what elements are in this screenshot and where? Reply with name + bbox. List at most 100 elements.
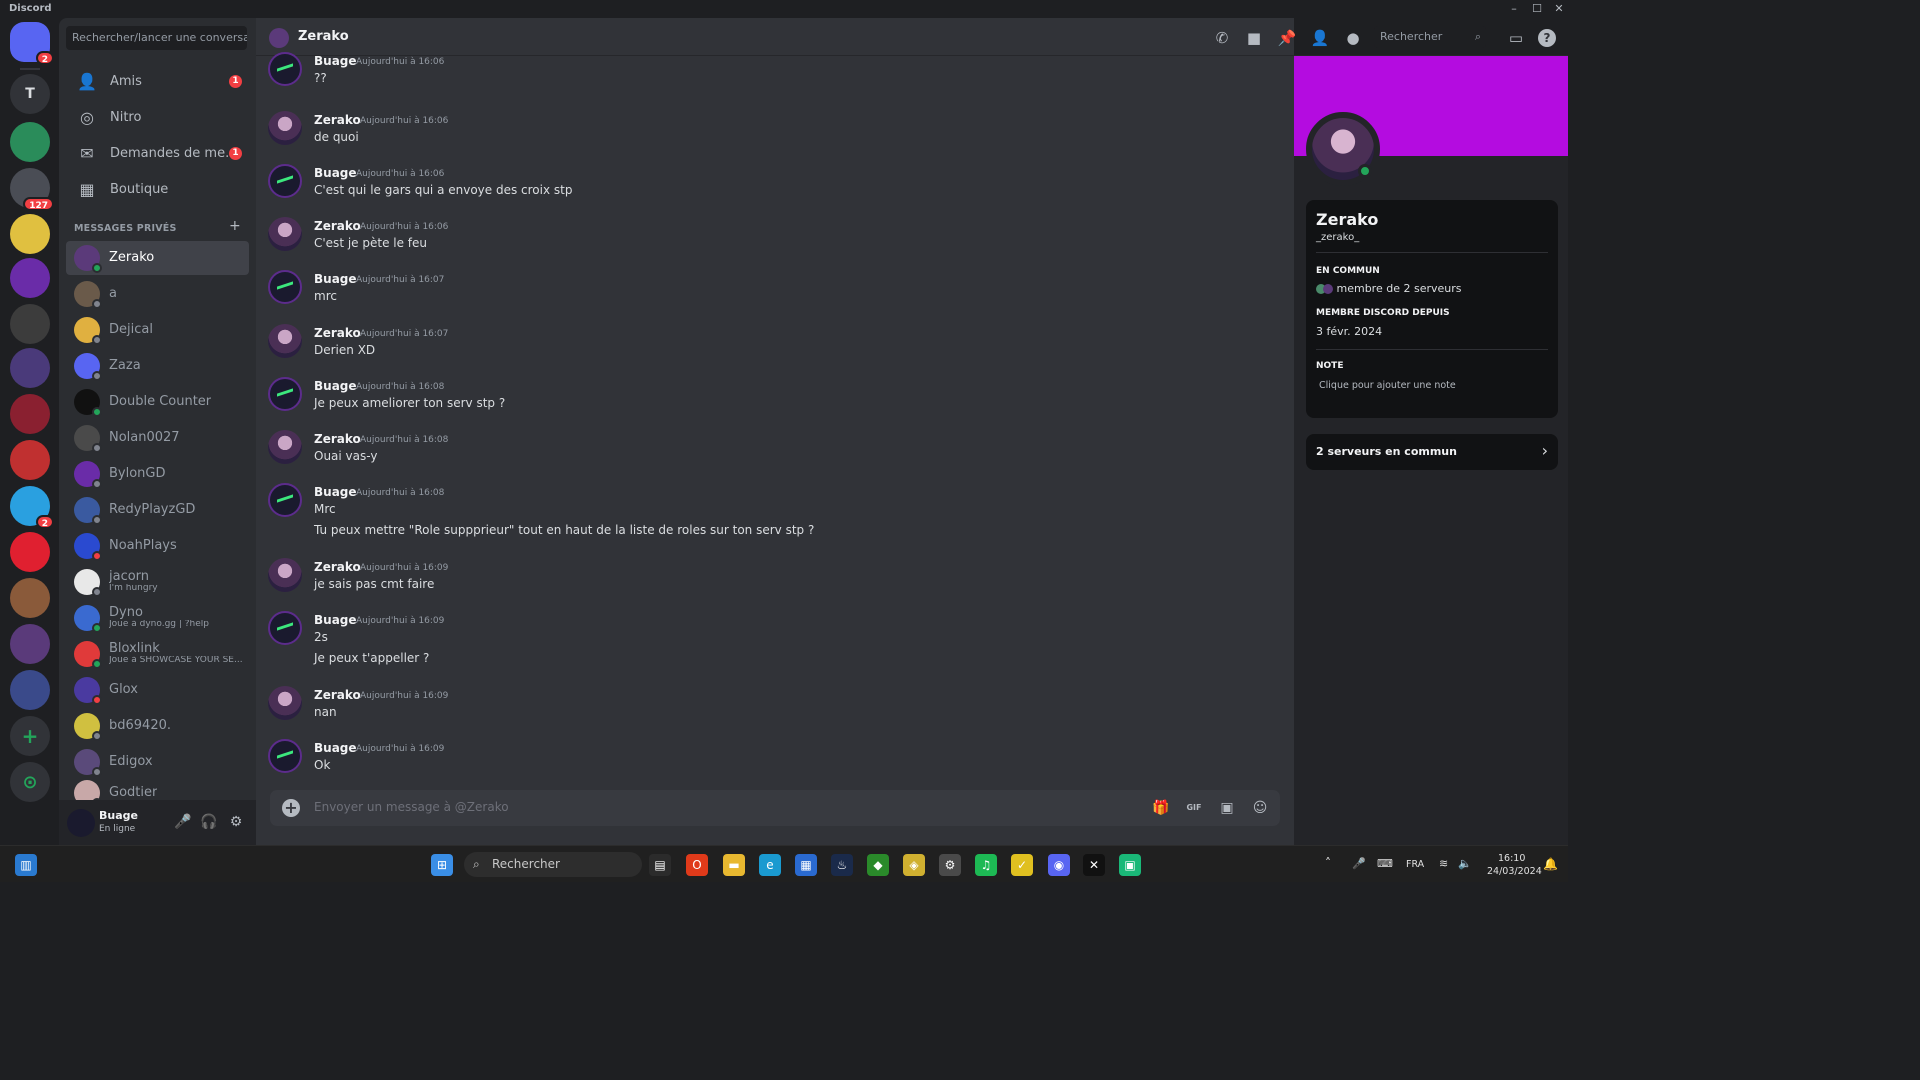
keyboard-tray-icon[interactable]: ⌨	[1377, 857, 1393, 870]
dm-item[interactable]: Nolan0027	[66, 421, 249, 455]
server-icon[interactable]: 2	[10, 22, 54, 65]
message-author[interactable]: Buage	[314, 379, 357, 393]
task-view-icon[interactable]: ▤	[649, 854, 671, 876]
server-icon[interactable]	[10, 532, 50, 572]
steam-icon[interactable]: ♨	[831, 854, 853, 876]
user-avatar[interactable]	[67, 809, 95, 837]
message-avatar[interactable]	[268, 430, 302, 464]
message-avatar[interactable]	[268, 324, 302, 358]
nvidia-icon[interactable]: ◆	[867, 854, 889, 876]
inbox-icon[interactable]: ▭	[1505, 27, 1527, 49]
app-icon[interactable]: ◈	[903, 854, 925, 876]
nav-item-friends[interactable]: 👤 Amis 1	[66, 64, 249, 98]
gif-icon[interactable]: GIF	[1183, 797, 1205, 819]
app3-icon[interactable]: ▣	[1119, 854, 1141, 876]
new-dm-button[interactable]: +	[229, 218, 241, 234]
chat-search-input[interactable]: Rechercher ⌕	[1374, 26, 1486, 48]
settings-icon[interactable]: ⚙	[939, 854, 961, 876]
settings-gear-icon[interactable]: ⚙	[227, 814, 245, 830]
note-input[interactable]: Clique pour ajouter une note	[1319, 380, 1456, 391]
server-icon[interactable]	[10, 578, 50, 618]
message-author[interactable]: Zerako	[314, 326, 361, 340]
notification-bell-icon[interactable]: 🔔	[1543, 857, 1558, 871]
message-avatar[interactable]	[268, 558, 302, 592]
taskbar-search-input[interactable]: ⌕ Rechercher	[464, 852, 642, 877]
call-icon[interactable]: ✆	[1211, 27, 1233, 49]
close-window-button[interactable]: ✕	[1548, 0, 1570, 18]
nav-item-nitro[interactable]: ◎ Nitro	[66, 100, 249, 134]
servers-in-common-button[interactable]: 2 serveurs en commun ›	[1306, 434, 1558, 470]
explore-servers-button[interactable]: ⊙	[10, 762, 50, 802]
language-indicator[interactable]: FRA	[1406, 859, 1424, 870]
server-icon[interactable]	[10, 122, 50, 162]
minimize-button[interactable]: –	[1503, 0, 1525, 18]
add-friend-icon[interactable]: 👤	[1309, 27, 1331, 49]
dm-item[interactable]: Zaza	[66, 349, 249, 383]
server-icon[interactable]	[10, 624, 50, 664]
add-server-button[interactable]: +	[10, 716, 50, 756]
pin-icon[interactable]: 📌	[1276, 27, 1298, 49]
dm-item[interactable]: bd69420.	[66, 709, 249, 743]
app2-icon[interactable]: ✓	[1011, 854, 1033, 876]
message-author[interactable]: Zerako	[314, 432, 361, 446]
headset-icon[interactable]: 🎧	[200, 814, 218, 830]
dm-item[interactable]: NoahPlays	[66, 529, 249, 563]
server-icon[interactable]: T	[10, 74, 50, 114]
dm-item[interactable]: Double Counter	[66, 385, 249, 419]
gift-icon[interactable]: 🎁	[1150, 797, 1172, 819]
server-icon[interactable]: 127	[10, 168, 54, 211]
message-avatar[interactable]	[268, 111, 302, 145]
sticker-icon[interactable]: ▣	[1216, 797, 1238, 819]
spotify-icon[interactable]: ♫	[975, 854, 997, 876]
wifi-icon[interactable]: ≋	[1439, 857, 1448, 870]
clock-time[interactable]: 16:10	[1498, 853, 1525, 864]
widgets-icon[interactable]: ▥	[15, 854, 37, 876]
message-avatar[interactable]	[268, 686, 302, 720]
message-avatar[interactable]	[268, 377, 302, 411]
edge-icon[interactable]: e	[759, 854, 781, 876]
message-author[interactable]: Zerako	[314, 688, 361, 702]
message-author[interactable]: Buage	[314, 272, 357, 286]
tray-chevron-icon[interactable]: ˄	[1325, 856, 1331, 870]
dm-item[interactable]: RedyPlayzGD	[66, 493, 249, 527]
message-author[interactable]: Zerako	[314, 113, 361, 127]
server-icon[interactable]	[10, 394, 50, 434]
message-input[interactable]: Envoyer un message à @Zerako	[314, 800, 509, 814]
common-servers-value[interactable]: membre de 2 serveurs	[1316, 282, 1462, 295]
message-author[interactable]: Zerako	[314, 560, 361, 574]
emoji-icon[interactable]: ☺	[1249, 797, 1271, 819]
message-author[interactable]: Buage	[314, 54, 357, 68]
server-icon[interactable]	[10, 348, 50, 388]
message-author[interactable]: Buage	[314, 741, 357, 755]
message-avatar[interactable]	[268, 483, 302, 517]
message-avatar[interactable]	[268, 164, 302, 198]
dm-item[interactable]: BylonGD	[66, 457, 249, 491]
dm-item[interactable]: Bloxlink Joue à SHOWCASE YOUR SE...	[66, 637, 249, 671]
dm-item[interactable]: Dejical	[66, 313, 249, 347]
dm-item[interactable]: jacorn I'm hungry	[66, 565, 249, 599]
microphone-icon[interactable]: 🎤	[174, 814, 192, 830]
windows-start-icon[interactable]: ⊞	[431, 854, 453, 876]
file-explorer-icon[interactable]: ▬	[723, 854, 745, 876]
server-icon[interactable]	[10, 440, 50, 480]
discord-icon[interactable]: ◉	[1048, 854, 1070, 876]
dm-item[interactable]: Zerako	[66, 241, 249, 275]
dm-search-input[interactable]: Rechercher/lancer une conversa...	[66, 26, 247, 50]
message-avatar[interactable]	[268, 739, 302, 773]
dm-item[interactable]: Glox	[66, 673, 249, 707]
dm-item[interactable]: Dyno Joue à dyno.gg | ?help	[66, 601, 249, 635]
message-author[interactable]: Buage	[314, 613, 357, 627]
server-icon[interactable]	[10, 214, 50, 254]
server-icon[interactable]	[10, 670, 50, 710]
volume-icon[interactable]: 🔈	[1458, 857, 1472, 870]
message-author[interactable]: Buage	[314, 485, 357, 499]
dm-item[interactable]: Edigox	[66, 745, 249, 779]
profile-avatar[interactable]	[1306, 112, 1380, 186]
microphone-tray-icon[interactable]: 🎤	[1352, 857, 1366, 870]
server-icon[interactable]	[10, 304, 50, 344]
help-icon[interactable]: ?	[1538, 29, 1556, 47]
message-avatar[interactable]	[268, 611, 302, 645]
video-icon[interactable]: ■	[1243, 27, 1265, 49]
nav-item-shop[interactable]: ▦ Boutique	[66, 172, 249, 206]
clock-date[interactable]: 24/03/2024	[1487, 866, 1542, 877]
